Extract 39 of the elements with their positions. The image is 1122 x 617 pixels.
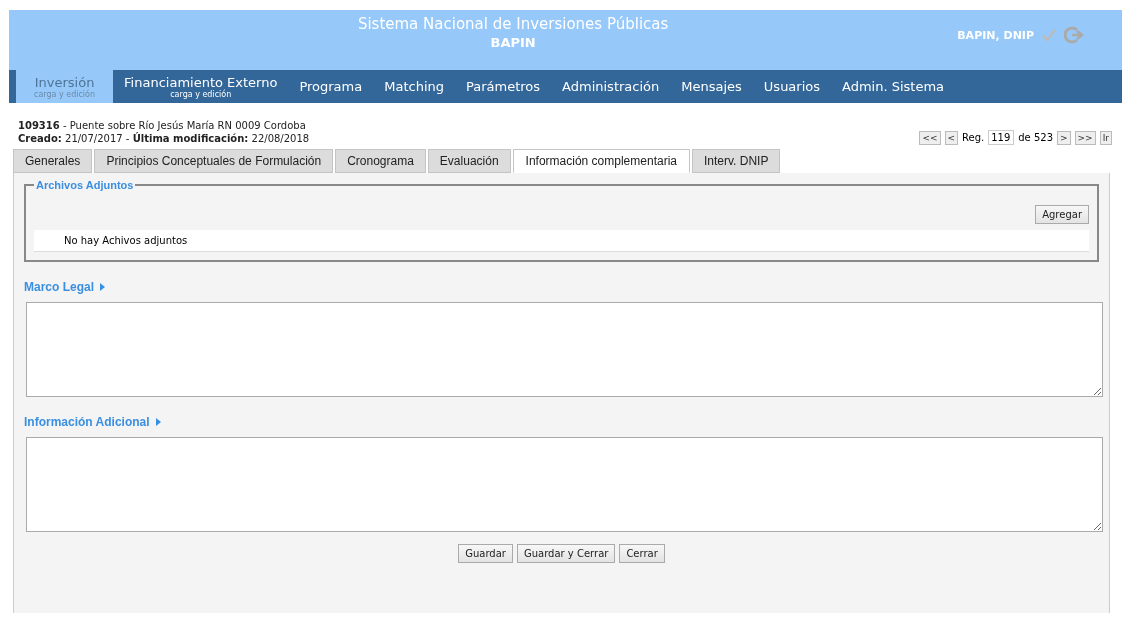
user-name: BAPIN, DNIP bbox=[957, 28, 1034, 42]
expand-arrow-icon[interactable] bbox=[100, 283, 106, 291]
app-subtitle: BAPIN bbox=[490, 35, 536, 50]
last-button[interactable]: >> bbox=[1074, 130, 1096, 145]
text-area[interactable] bbox=[26, 302, 1103, 397]
nav-item[interactable]: Programa bbox=[288, 70, 374, 103]
nav-item[interactable]: Parámetros bbox=[455, 70, 552, 103]
total-label: de 523 bbox=[1018, 132, 1053, 143]
app-title: Sistema Nacional de Inversiones Públicas bbox=[357, 15, 669, 33]
record-title: 109316 - Puente sobre Río Jesús María RN 0009 Cordoba bbox=[18, 119, 307, 132]
tab[interactable]: Interv. DNIP bbox=[692, 149, 781, 173]
add-button[interactable]: Agregar bbox=[1035, 205, 1089, 224]
record-dates: Creado: 21/07/2017 - Última modificación: 22/08/2018 bbox=[18, 132, 310, 145]
expand-arrow-icon[interactable] bbox=[155, 418, 161, 426]
record-input[interactable]: 119 bbox=[988, 130, 1015, 145]
nav-item[interactable]: Mensajes bbox=[670, 70, 753, 103]
action-button[interactable]: Guardar bbox=[458, 544, 513, 563]
text-area[interactable] bbox=[26, 437, 1103, 532]
next-button[interactable]: > bbox=[1057, 130, 1071, 145]
tab[interactable]: Evaluación bbox=[427, 149, 511, 173]
first-button[interactable]: << bbox=[919, 130, 941, 145]
nav-item[interactable]: Financiamiento Externo carga y edición bbox=[113, 70, 289, 103]
action-button[interactable]: Cerrar bbox=[619, 544, 665, 563]
tab[interactable]: Cronograma bbox=[335, 149, 426, 173]
nav-item[interactable]: Administración bbox=[551, 70, 671, 103]
reg-label: Reg. bbox=[962, 132, 985, 143]
nav-item[interactable]: Admin. Sistema bbox=[831, 70, 956, 103]
go-button[interactable]: Ir bbox=[1099, 130, 1112, 145]
nav-item[interactable]: Usuarios bbox=[752, 70, 832, 103]
nav-item[interactable]: Matching bbox=[373, 70, 455, 103]
tab[interactable]: Principios Conceptuales de Formulación bbox=[94, 149, 334, 173]
prev-button[interactable]: < bbox=[944, 130, 959, 145]
logout-icon[interactable] bbox=[1064, 26, 1084, 44]
tab[interactable]: Información complementaria bbox=[512, 149, 690, 173]
empty-message: No hay Achivos adjuntos bbox=[34, 230, 1089, 252]
tab[interactable]: Generales bbox=[13, 149, 93, 173]
check-icon[interactable] bbox=[1042, 28, 1056, 42]
action-button[interactable]: Guardar y Cerrar bbox=[516, 544, 616, 563]
group-title: Archivos Adjuntos bbox=[35, 179, 135, 191]
